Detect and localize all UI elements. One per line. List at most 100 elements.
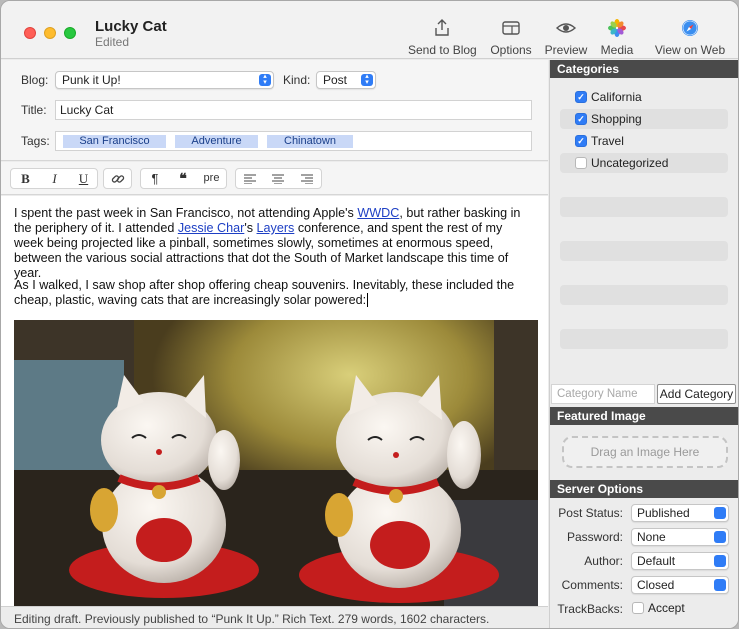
paragraph-text: I spent the past week in San Francisco, … <box>14 206 358 220</box>
document-title: Lucky Cat <box>95 18 167 35</box>
title-label: Title: <box>21 103 47 117</box>
author-label: Author: <box>584 554 623 568</box>
featured-image-dropzone[interactable]: Drag an Image Here <box>562 436 728 468</box>
comments-value: Closed <box>637 578 675 592</box>
share-upload-icon <box>435 19 449 36</box>
tag-token[interactable]: San Francisco <box>63 135 166 148</box>
jessie-char-link[interactable]: Jessie Char <box>178 221 245 235</box>
tags-label: Tags: <box>21 134 50 148</box>
author-select[interactable]: Default <box>631 552 729 570</box>
options-sidebar: Categories ✓ California ✓ Shopping ✓ Tra… <box>549 60 738 628</box>
checkbox-checked[interactable]: ✓ <box>575 113 587 125</box>
password-select[interactable]: None <box>631 528 729 546</box>
kind-label: Kind: <box>283 73 311 87</box>
align-center-icon <box>272 174 284 185</box>
options-button[interactable]: Options <box>488 17 534 57</box>
bold-button[interactable]: B <box>11 169 40 188</box>
updown-chevron-icon <box>714 531 726 543</box>
send-to-blog-button[interactable]: Send to Blog <box>408 17 477 57</box>
category-label: Shopping <box>591 112 642 126</box>
blog-select-value: Punk it Up! <box>62 73 121 87</box>
layers-link[interactable]: Layers <box>257 221 295 235</box>
preformatted-button[interactable]: pre <box>197 169 226 188</box>
trackbacks-checkbox[interactable]: Accept <box>631 601 738 617</box>
text-style-group: B I U <box>10 168 98 189</box>
trackbacks-value: Accept <box>648 601 685 615</box>
checkbox-unchecked[interactable] <box>632 602 644 614</box>
empty-list-row <box>560 329 728 349</box>
title-field[interactable]: Lucky Cat <box>55 100 532 120</box>
category-label: Uncategorized <box>591 156 669 170</box>
post-status-select[interactable]: Published <box>631 504 729 522</box>
lucky-cats-image <box>14 320 538 606</box>
block-style-group: ¶ ❝ pre <box>140 168 227 189</box>
compass-icon <box>682 20 698 36</box>
server-options-header: Server Options <box>550 480 738 498</box>
sidebar-panel-icon <box>502 21 520 35</box>
align-center-button[interactable] <box>264 169 292 188</box>
checkbox-checked[interactable]: ✓ <box>575 135 587 147</box>
checkbox-unchecked[interactable] <box>575 157 587 169</box>
updown-chevron-icon <box>714 555 726 567</box>
password-value: None <box>637 530 666 544</box>
post-metadata-panel: Blog: Punk it Up! ▴ ▾ Kind: Post ▴ ▾ Title… <box>1 60 548 161</box>
category-item-california[interactable]: ✓ California <box>560 87 728 107</box>
format-toolbar: B I U ¶ ❝ pre <box>1 162 548 195</box>
paragraph-text: 's <box>244 221 257 235</box>
blockquote-button[interactable]: ❝ <box>169 169 197 188</box>
comments-label: Comments: <box>561 578 623 592</box>
category-item-shopping[interactable]: ✓ Shopping <box>560 109 728 129</box>
author-value: Default <box>637 554 676 568</box>
link-button[interactable] <box>104 169 131 188</box>
options-label: Options <box>490 43 532 57</box>
blog-select[interactable]: Punk it Up! ▴ ▾ <box>55 71 274 89</box>
align-left-button[interactable] <box>236 169 264 188</box>
close-window-button[interactable] <box>24 27 36 39</box>
italic-button[interactable]: I <box>40 169 69 188</box>
lucky-cats-photo[interactable] <box>14 320 538 606</box>
category-label: Travel <box>591 134 624 148</box>
view-on-web-button[interactable]: View on Web <box>653 17 727 57</box>
blog-label: Blog: <box>21 73 49 87</box>
category-item-uncategorized[interactable]: Uncategorized <box>560 153 728 173</box>
media-button[interactable]: Media <box>599 17 635 57</box>
post-body-editor[interactable]: I spent the past week in San Francisco, … <box>1 196 548 606</box>
password-label: Password: <box>566 530 623 544</box>
kind-select[interactable]: Post ▴ ▾ <box>316 71 376 89</box>
link-group <box>103 168 132 189</box>
empty-list-row <box>560 285 728 305</box>
empty-list-row <box>560 241 728 261</box>
document-status: Edited <box>95 35 130 49</box>
trackbacks-label: TrackBacks: <box>557 602 623 616</box>
minimize-window-button[interactable] <box>44 27 56 39</box>
comments-select[interactable]: Closed <box>631 576 729 594</box>
align-right-icon <box>300 174 313 185</box>
paragraph-text: As I walked, I saw shop after shop offer… <box>14 278 515 307</box>
text-cursor <box>367 293 369 307</box>
media-label: Media <box>600 43 634 57</box>
updown-chevron-icon <box>714 579 726 591</box>
categories-header: Categories <box>550 60 738 78</box>
post-status-label: Post Status: <box>558 506 623 520</box>
updown-chevron-icon: ▴ ▾ <box>259 73 271 86</box>
align-right-button[interactable] <box>292 169 321 188</box>
checkbox-checked[interactable]: ✓ <box>575 91 587 103</box>
category-name-input[interactable]: Category Name <box>551 384 655 404</box>
eye-icon <box>555 23 577 33</box>
underline-button[interactable]: U <box>69 169 98 188</box>
add-category-button[interactable]: Add Category <box>657 384 736 404</box>
app-window: Lucky Cat Edited Send to Blog Options Pr… <box>0 0 739 629</box>
paragraph-button[interactable]: ¶ <box>141 169 169 188</box>
view-on-web-label: View on Web <box>654 43 726 57</box>
send-to-blog-label: Send to Blog <box>408 43 477 57</box>
zoom-window-button[interactable] <box>64 27 76 39</box>
category-item-travel[interactable]: ✓ Travel <box>560 131 728 151</box>
tag-token[interactable]: Adventure <box>175 135 258 148</box>
preview-label: Preview <box>544 43 588 57</box>
preview-button[interactable]: Preview <box>544 17 588 57</box>
featured-image-header: Featured Image <box>550 407 738 425</box>
tags-field[interactable]: San Francisco Adventure Chinatown <box>55 131 532 151</box>
tag-token[interactable]: Chinatown <box>267 135 353 148</box>
wwdc-link[interactable]: WWDC <box>357 206 399 220</box>
align-left-icon <box>244 174 256 185</box>
